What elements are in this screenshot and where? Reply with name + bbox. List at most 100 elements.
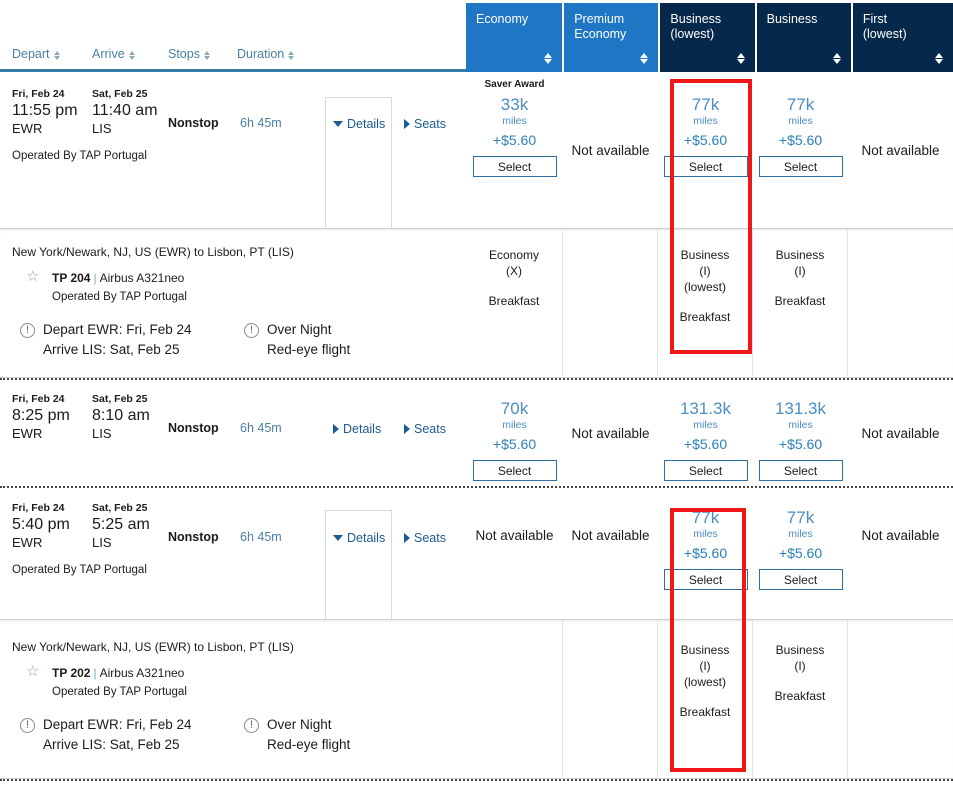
fare-cells: 70k miles +$5.60 Select Not available 13… (466, 380, 953, 486)
fare-cells: Saver Award 33k miles +$5.60 Select Not … (466, 72, 953, 228)
note-text: Over Night Red-eye flight (267, 320, 350, 360)
note-line1: Depart EWR: Fri, Feb 24 (43, 717, 192, 732)
flight-row[interactable]: Fri, Feb 24 5:40 pm EWR Sat, Feb 25 5:25… (0, 488, 953, 619)
stops-value: Nonstop (168, 530, 219, 544)
seats-link-label: Seats (414, 117, 446, 131)
detail-note-overnight: ! Over Night Red-eye flight (244, 320, 350, 360)
sort-icon[interactable] (935, 53, 944, 64)
note-line1: Over Night (267, 717, 332, 732)
select-button[interactable]: Select (663, 156, 748, 177)
flight-row[interactable]: Fri, Feb 24 8:25 pm EWR Sat, Feb 25 8:10… (0, 380, 953, 486)
fare-miles: 131.3k (679, 399, 732, 418)
chevron-down-icon (333, 121, 343, 127)
fare-cell-first-lowest: Not available (861, 142, 940, 158)
fare-cells: Not available Not available 77k miles +$… (466, 488, 953, 619)
sort-icon[interactable] (736, 53, 745, 64)
fare-class: Business (I) (lowest) (681, 247, 730, 295)
chevron-right-icon (404, 119, 410, 129)
tab-premium-economy-label: Premium Economy (574, 12, 627, 41)
fare-cell-business-lowest: 77k miles +$5.60 Select (658, 72, 753, 228)
seats-link[interactable]: Seats (404, 531, 446, 545)
fare-class-code: (I) (794, 264, 806, 278)
details-link-label: Details (347, 117, 386, 131)
sort-duration[interactable]: Duration (237, 47, 295, 61)
seats-link[interactable]: Seats (404, 117, 446, 131)
sort-icon (53, 50, 60, 60)
note-text: Over Night Red-eye flight (267, 715, 350, 755)
depart-block: Fri, Feb 24 11:55 pm EWR (12, 87, 78, 137)
detail-flight: TP 204 | Airbus A321neo (52, 271, 184, 285)
detail-route: New York/Newark, NJ, US (EWR) to Lisbon,… (12, 640, 294, 654)
flight-number: TP 204 (52, 271, 91, 285)
arrive-block: Sat, Feb 25 11:40 am LIS (92, 87, 158, 137)
seats-link[interactable]: Seats (404, 422, 446, 436)
fare-cell-business-lowest: 131.3k miles +$5.60 Select (658, 380, 753, 486)
detail-col-economy: Economy (X) Breakfast (466, 229, 563, 377)
star-icon[interactable]: ☆ (26, 269, 39, 284)
details-link[interactable]: Details (333, 117, 385, 131)
sort-icon[interactable] (544, 53, 553, 64)
sort-icon[interactable] (832, 53, 841, 64)
sort-header-bar: Depart Arrive Stops Duration (0, 0, 466, 72)
sort-stops-label: Stops (168, 47, 200, 61)
detail-col-business: Business (I) Breakfast (753, 229, 848, 377)
select-button[interactable]: Select (472, 156, 557, 177)
fare-class-name: Business (680, 248, 730, 262)
select-button[interactable]: Select (663, 460, 748, 481)
fare-cell-economy: Saver Award 33k miles +$5.60 Select (466, 72, 563, 228)
sort-arrive-label: Arrive (92, 47, 125, 61)
details-link[interactable]: Details (333, 422, 381, 436)
fare-cash: +$5.60 (492, 132, 537, 148)
depart-time: 8:25 pm (12, 407, 70, 424)
fare-miles: 77k (691, 508, 720, 527)
star-icon[interactable]: ☆ (26, 664, 39, 679)
flight-row[interactable]: Fri, Feb 24 11:55 pm EWR Sat, Feb 25 11:… (0, 72, 953, 228)
meal-service: Breakfast (488, 294, 540, 308)
saver-award-badge: Saver Award (484, 79, 545, 90)
select-button[interactable]: Select (758, 156, 843, 177)
arrive-time: 11:40 am (92, 102, 158, 119)
depart-airport: EWR (12, 121, 43, 136)
details-link[interactable]: Details (333, 531, 385, 545)
tab-premium-economy[interactable]: Premium Economy (564, 3, 659, 72)
detail-col-business-lowest: Business (I) (lowest) Breakfast (658, 229, 753, 377)
select-button[interactable]: Select (758, 460, 843, 481)
duration-value: 6h 45m (240, 116, 282, 130)
fare-cash: +$5.60 (778, 545, 823, 561)
arrive-time: 8:10 am (92, 407, 150, 424)
select-button[interactable]: Select (472, 460, 557, 481)
depart-time: 5:40 pm (12, 516, 70, 533)
chevron-right-icon (333, 424, 339, 434)
sort-icon[interactable] (640, 53, 649, 64)
fare-cell-economy: Not available (475, 528, 554, 543)
fare-class: Economy (X) (489, 247, 539, 279)
fare-miles: 77k (691, 95, 720, 114)
cabin-tabs: Economy Premium Economy Business (lowest… (466, 3, 953, 72)
tab-economy[interactable]: Economy (466, 3, 563, 72)
info-icon: ! (244, 718, 259, 733)
fare-class-name: Business (775, 248, 825, 262)
arrive-time: 5:25 am (92, 516, 150, 533)
tab-business[interactable]: Business (756, 3, 851, 72)
flight-number: TP 202 (52, 666, 91, 680)
fare-cell-business: 131.3k miles +$5.60 Select (753, 380, 848, 486)
chevron-right-icon (404, 533, 410, 543)
note-line2: Red-eye flight (267, 342, 351, 357)
detail-note-schedule: ! Depart EWR: Fri, Feb 24 Arrive LIS: Sat… (20, 715, 192, 755)
detail-col-first-lowest (848, 229, 953, 377)
sort-icon (203, 50, 210, 60)
flight-detail-panel: New York/Newark, NJ, US (EWR) to Lisbon,… (0, 619, 953, 779)
fare-class: Business (I) (776, 247, 825, 279)
sort-depart[interactable]: Depart (12, 47, 60, 61)
select-button[interactable]: Select (663, 569, 748, 590)
info-icon: ! (20, 323, 35, 338)
fare-class-code: (I) (699, 264, 711, 278)
select-button[interactable]: Select (758, 569, 843, 590)
fare-cell-premium-economy: Not available (571, 425, 650, 441)
meal-service: Breakfast (679, 705, 731, 719)
sort-arrive[interactable]: Arrive (92, 47, 135, 61)
tab-business-lowest[interactable]: Business (lowest) (660, 3, 755, 72)
fare-cash: +$5.60 (683, 132, 728, 148)
tab-first-lowest[interactable]: First (lowest) (852, 3, 953, 72)
sort-stops[interactable]: Stops (168, 47, 210, 61)
